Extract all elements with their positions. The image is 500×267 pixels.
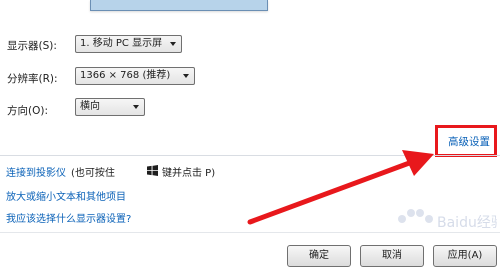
ok-button[interactable]: 确定 — [287, 245, 351, 267]
watermark-text: Baidu经验 — [437, 215, 497, 231]
baidu-jingyan-watermark: Baidu经验 — [398, 209, 497, 231]
